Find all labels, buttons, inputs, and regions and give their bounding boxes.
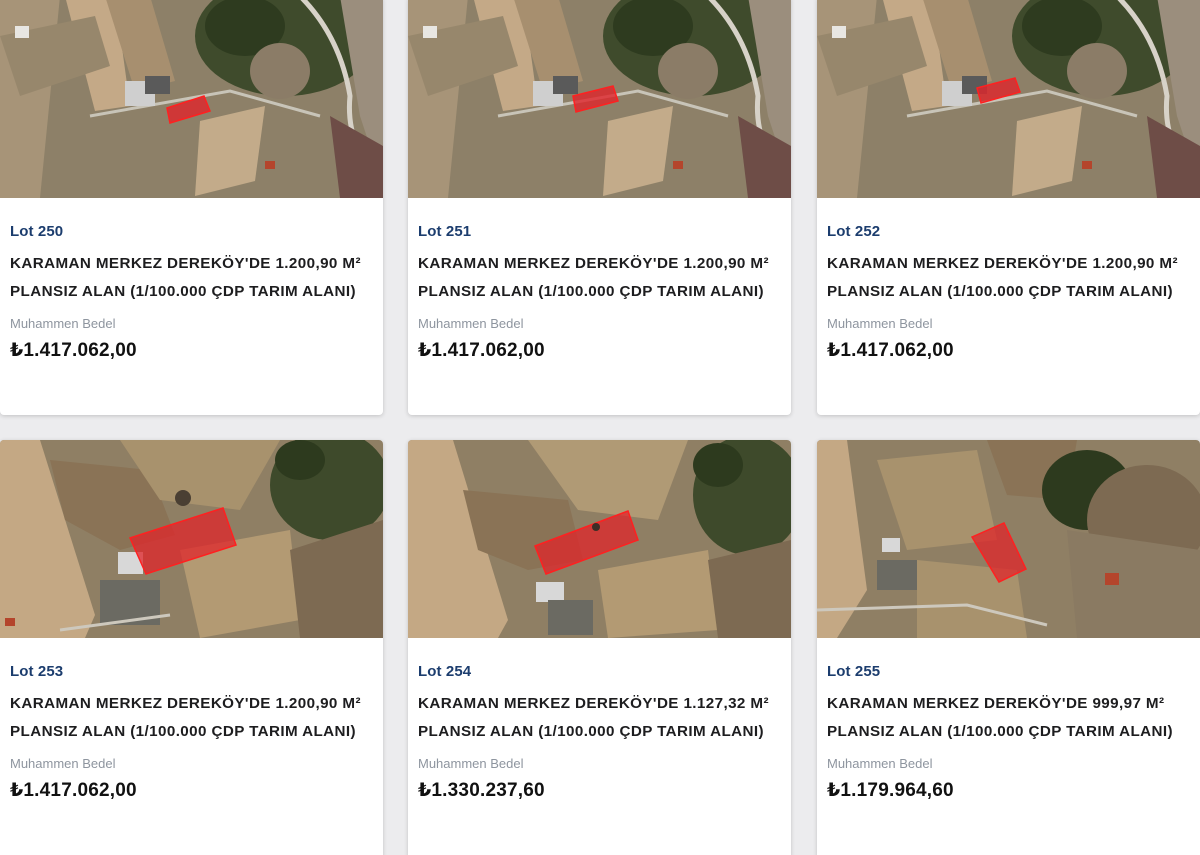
lot-title-line1: KARAMAN MERKEZ DEREKÖY'DE 999,97 M²	[827, 695, 1165, 712]
price-label: Muhammen Bedel	[827, 756, 933, 771]
lot-number[interactable]: Lot 253	[10, 663, 373, 680]
lot-card-255[interactable]: Lot 255 KARAMAN MERKEZ DEREKÖY'DE 999,97…	[817, 440, 1200, 855]
lot-title[interactable]: KARAMAN MERKEZ DEREKÖY'DE 1.200,90 M² PL…	[827, 250, 1190, 306]
lot-title-line1: KARAMAN MERKEZ DEREKÖY'DE 1.200,90 M²	[10, 255, 361, 272]
lot-title-line2: PLANSIZ ALAN (1/100.000 ÇDP TARIM ALANI)	[418, 723, 764, 740]
lot-number[interactable]: Lot 250	[10, 223, 373, 240]
lot-title-line1: KARAMAN MERKEZ DEREKÖY'DE 1.200,90 M²	[827, 255, 1178, 272]
price-label: Muhammen Bedel	[827, 316, 933, 331]
price-label: Muhammen Bedel	[10, 756, 116, 771]
lot-price: ₺1.417.062,00	[418, 340, 545, 361]
lot-price: ₺1.417.062,00	[827, 340, 954, 361]
lot-title[interactable]: KARAMAN MERKEZ DEREKÖY'DE 1.200,90 M² PL…	[10, 250, 373, 306]
price-label: Muhammen Bedel	[418, 316, 524, 331]
lot-number[interactable]: Lot 254	[418, 663, 781, 680]
lot-card-252[interactable]: Lot 252 KARAMAN MERKEZ DEREKÖY'DE 1.200,…	[817, 0, 1200, 415]
lot-number[interactable]: Lot 252	[827, 223, 1190, 240]
lot-card-251[interactable]: Lot 251 KARAMAN MERKEZ DEREKÖY'DE 1.200,…	[408, 0, 791, 415]
lot-title-line2: PLANSIZ ALAN (1/100.000 ÇDP TARIM ALANI)	[10, 723, 356, 740]
lot-title-line2: PLANSIZ ALAN (1/100.000 ÇDP TARIM ALANI)	[827, 283, 1173, 300]
price-label: Muhammen Bedel	[10, 316, 116, 331]
satellite-map-image	[0, 0, 383, 198]
lot-title[interactable]: KARAMAN MERKEZ DEREKÖY'DE 1.200,90 M² PL…	[418, 250, 781, 306]
lot-title-line1: KARAMAN MERKEZ DEREKÖY'DE 1.200,90 M²	[418, 255, 769, 272]
satellite-map-image	[408, 440, 791, 638]
lot-title-line2: PLANSIZ ALAN (1/100.000 ÇDP TARIM ALANI)	[10, 283, 356, 300]
lot-title-line1: KARAMAN MERKEZ DEREKÖY'DE 1.200,90 M²	[10, 695, 361, 712]
lot-grid: Lot 250 KARAMAN MERKEZ DEREKÖY'DE 1.200,…	[0, 0, 1200, 855]
lot-card-250[interactable]: Lot 250 KARAMAN MERKEZ DEREKÖY'DE 1.200,…	[0, 0, 383, 415]
lot-price: ₺1.417.062,00	[10, 340, 137, 361]
lot-number[interactable]: Lot 255	[827, 663, 1190, 680]
satellite-map-image	[817, 0, 1200, 198]
lot-title-line1: KARAMAN MERKEZ DEREKÖY'DE 1.127,32 M²	[418, 695, 769, 712]
lot-price: ₺1.330.237,60	[418, 780, 545, 801]
lot-title[interactable]: KARAMAN MERKEZ DEREKÖY'DE 999,97 M² PLAN…	[827, 690, 1190, 746]
lot-price: ₺1.417.062,00	[10, 780, 137, 801]
lot-card-254[interactable]: Lot 254 KARAMAN MERKEZ DEREKÖY'DE 1.127,…	[408, 440, 791, 855]
satellite-map-image	[0, 440, 383, 638]
lot-card-253[interactable]: Lot 253 KARAMAN MERKEZ DEREKÖY'DE 1.200,…	[0, 440, 383, 855]
lot-title-line2: PLANSIZ ALAN (1/100.000 ÇDP TARIM ALANI)	[827, 723, 1173, 740]
price-label: Muhammen Bedel	[418, 756, 524, 771]
satellite-map-image	[817, 440, 1200, 638]
lot-title-line2: PLANSIZ ALAN (1/100.000 ÇDP TARIM ALANI)	[418, 283, 764, 300]
lot-title[interactable]: KARAMAN MERKEZ DEREKÖY'DE 1.127,32 M² PL…	[418, 690, 781, 746]
satellite-map-image	[408, 0, 791, 198]
lot-number[interactable]: Lot 251	[418, 223, 781, 240]
lot-price: ₺1.179.964,60	[827, 780, 954, 801]
lot-title[interactable]: KARAMAN MERKEZ DEREKÖY'DE 1.200,90 M² PL…	[10, 690, 373, 746]
